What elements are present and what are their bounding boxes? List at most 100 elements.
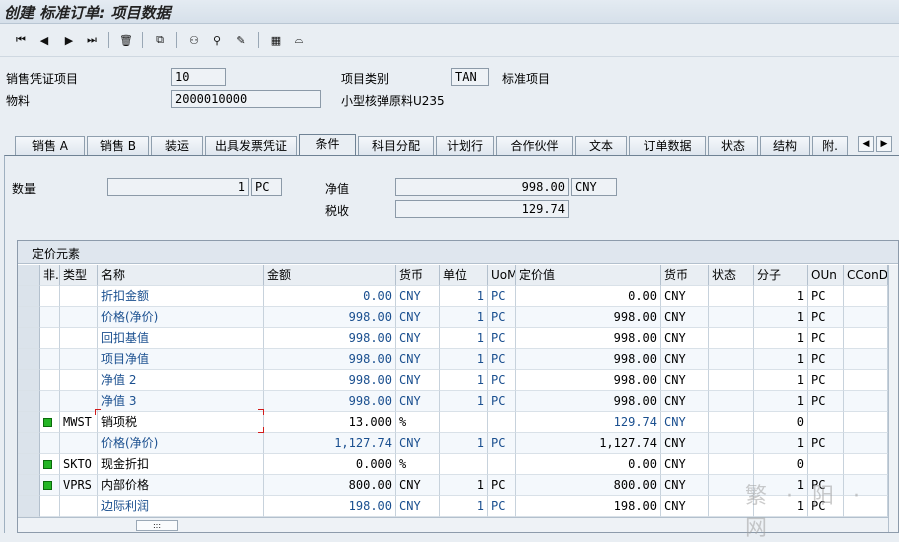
table-row[interactable]: SKTO 现金折扣 0.000% 0.00 CNY 0	[18, 454, 888, 475]
col-header-ccondenom[interactable]: CConDe	[844, 265, 888, 286]
row-selector[interactable]	[18, 286, 40, 307]
tab-more[interactable]: 附.	[812, 136, 848, 156]
grid-header: 非. 类型 名称 金额 货币 单位 UoM 定价值 货币 状态 分子 OUn C…	[18, 265, 888, 286]
table-row[interactable]: MWST 销项税 13.000% 129.74 CNY 0	[18, 412, 888, 433]
tab-schedule-lines[interactable]: 计划行	[436, 136, 494, 156]
partners-icon[interactable]: ⚇	[185, 31, 203, 49]
next-page-icon[interactable]: ▶	[60, 31, 78, 49]
material-description: 小型核弹原料U235	[341, 94, 445, 108]
status-cell	[709, 328, 754, 349]
window-title: 创建 标准订单: 项目数据	[4, 4, 171, 22]
row-selector[interactable]	[18, 391, 40, 412]
tab-scroll-right-icon[interactable]: ▶	[876, 136, 892, 152]
tab-texts[interactable]: 文本	[575, 136, 627, 156]
tab-order-data[interactable]: 订单数据	[629, 136, 706, 156]
row-selector[interactable]	[18, 475, 40, 496]
status-cell	[709, 412, 754, 433]
last-page-icon[interactable]: ⏭	[83, 31, 101, 49]
currency-cell: CNY	[396, 433, 440, 454]
tab-billing-document[interactable]: 出具发票凭证	[205, 136, 297, 156]
quantity-field[interactable]: 1	[107, 178, 249, 196]
calculator-icon[interactable]: ▦	[267, 31, 285, 49]
row-selector[interactable]	[18, 328, 40, 349]
row-selector[interactable]	[18, 496, 40, 517]
net-value-label: 净值	[325, 182, 350, 196]
uom-cell	[488, 454, 516, 475]
condition-value-cell: 0.00	[516, 454, 661, 475]
col-header-currency-2[interactable]: 货币	[661, 265, 709, 286]
unit-cell: 1	[440, 496, 488, 517]
tab-shipping[interactable]: 装运	[151, 136, 203, 156]
watermark: 繁 · 阳 · 网	[745, 484, 866, 541]
table-row[interactable]: 项目净值 998.00 CNY 1 PC 998.00 CNY 1 PC	[18, 349, 888, 370]
first-page-icon[interactable]: ⏮	[12, 31, 30, 49]
scroll-thumb[interactable]: :::	[136, 520, 178, 531]
name-cell: 边际利润	[98, 496, 264, 517]
application-toolbar: ⏮ ◀ ▶ ⏭ 🗑 ⧉ ⚇ ⚲ ✎ ▦ ⌓	[0, 25, 899, 57]
col-header-numerator[interactable]: 分子	[754, 265, 808, 286]
table-row[interactable]: 净值 2 998.00 CNY 1 PC 998.00 CNY 1 PC	[18, 370, 888, 391]
numerator-cell: 1	[754, 349, 808, 370]
row-selector[interactable]	[18, 412, 40, 433]
table-row[interactable]: 回扣基值 998.00 CNY 1 PC 998.00 CNY 1 PC	[18, 328, 888, 349]
name-cell: 价格(净价)	[98, 307, 264, 328]
name-cell: 回扣基值	[98, 328, 264, 349]
table-row[interactable]: 净值 3 998.00 CNY 1 PC 998.00 CNY 1 PC	[18, 391, 888, 412]
tab-sales-b[interactable]: 销售 B	[87, 136, 149, 156]
inactive-cell	[40, 391, 60, 412]
col-header-type[interactable]: 类型	[60, 265, 98, 286]
tab-status[interactable]: 状态	[708, 136, 758, 156]
tab-account-assignment[interactable]: 科目分配	[358, 136, 434, 156]
row-selector[interactable]	[18, 370, 40, 391]
quantity-unit-field[interactable]: PC	[251, 178, 282, 196]
row-selector[interactable]	[18, 454, 40, 475]
col-header-oun[interactable]: OUn	[808, 265, 844, 286]
table-row[interactable]: 折扣金额 0.00 CNY 1 PC 0.00 CNY 1 PC	[18, 286, 888, 307]
row-selector[interactable]	[18, 307, 40, 328]
inactive-cell	[40, 475, 60, 496]
net-currency-field[interactable]: CNY	[571, 178, 617, 196]
tab-strip: 销售 A 销售 B 装运 出具发票凭证 条件 科目分配 计划行 合作伙伴 文本 …	[0, 134, 899, 156]
col-header-uom[interactable]: UoM	[488, 265, 516, 286]
inactive-cell	[40, 349, 60, 370]
ccondenom-cell	[844, 391, 888, 412]
table-row[interactable]: 价格(净价) 1,127.74 CNY 1 PC 1,127.74 CNY 1 PC	[18, 433, 888, 454]
row-selector[interactable]	[18, 433, 40, 454]
col-header-amount[interactable]: 金额	[264, 265, 396, 286]
tab-scroll-left-icon[interactable]: ◀	[858, 136, 874, 152]
col-header-currency[interactable]: 货币	[396, 265, 440, 286]
select-all-cell[interactable]	[18, 265, 40, 286]
name-cell: 项目净值	[98, 349, 264, 370]
col-header-name[interactable]: 名称	[98, 265, 264, 286]
col-header-condition-value[interactable]: 定价值	[516, 265, 661, 286]
type-cell	[60, 307, 98, 328]
tab-structure[interactable]: 结构	[760, 136, 810, 156]
item-field[interactable]: 10	[171, 68, 226, 86]
tab-conditions[interactable]: 条件	[299, 134, 356, 156]
unit-cell: 1	[440, 433, 488, 454]
currency-cell: CNY	[396, 328, 440, 349]
col-header-status[interactable]: 状态	[709, 265, 754, 286]
material-field[interactable]: 2000010000	[171, 90, 321, 108]
inactive-cell	[40, 370, 60, 391]
previous-page-icon[interactable]: ◀	[35, 31, 53, 49]
net-value-field[interactable]: 998.00	[395, 178, 569, 196]
table-row[interactable]: 价格(净价) 998.00 CNY 1 PC 998.00 CNY 1 PC	[18, 307, 888, 328]
col-header-unit[interactable]: 单位	[440, 265, 488, 286]
find-icon[interactable]: ⚲	[208, 31, 226, 49]
edit-icon[interactable]: ✎	[232, 31, 250, 49]
category-field[interactable]: TAN	[451, 68, 489, 86]
glasses-icon[interactable]: ⌓	[290, 31, 308, 49]
oun-cell: PC	[808, 433, 844, 454]
delete-icon[interactable]: 🗑	[117, 31, 135, 49]
tab-partners[interactable]: 合作伙伴	[496, 136, 573, 156]
tab-sales-a[interactable]: 销售 A	[15, 136, 85, 156]
row-selector[interactable]	[18, 349, 40, 370]
oun-cell: PC	[808, 349, 844, 370]
col-header-inactive[interactable]: 非.	[40, 265, 60, 286]
condition-value-cell: 998.00	[516, 307, 661, 328]
category-text: 标准项目	[502, 72, 551, 86]
document-overview-icon[interactable]: ⧉	[151, 31, 169, 49]
tax-field[interactable]: 129.74	[395, 200, 569, 218]
uom-cell: PC	[488, 328, 516, 349]
